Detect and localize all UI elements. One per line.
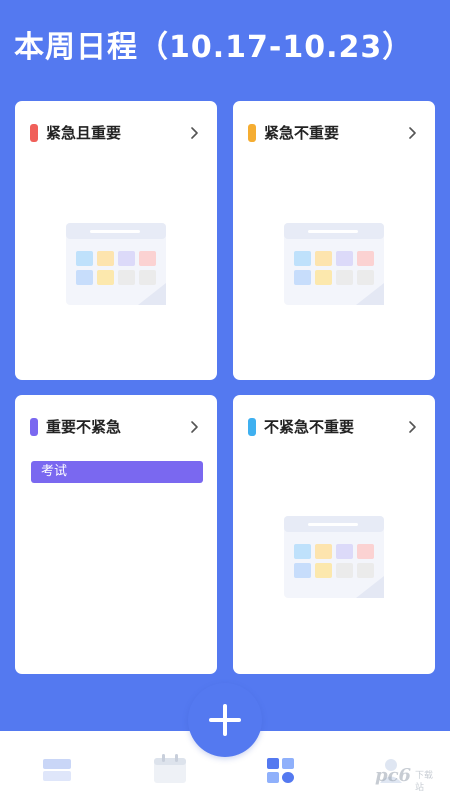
empty-calendar-illustration <box>66 223 166 305</box>
quadrant-title: 重要不紧急 <box>46 418 122 436</box>
app-screen: 本周日程（10.17-10.23） 紧急且重要 紧急不重要 重要不紧急 考试 不… <box>0 0 450 800</box>
quadrant-urgent-important[interactable]: 紧急且重要 <box>15 101 217 380</box>
quadrant-marker <box>248 418 256 436</box>
watermark-subtext: 下载站 <box>415 771 434 793</box>
chevron-right-icon[interactable] <box>405 418 421 436</box>
quadrant-marker <box>248 124 256 142</box>
chevron-right-icon[interactable] <box>187 124 203 142</box>
quadrant-urgent-not-important[interactable]: 紧急不重要 <box>233 101 435 380</box>
quadrant-header[interactable]: 紧急且重要 <box>15 123 217 143</box>
add-event-button[interactable] <box>188 683 262 757</box>
empty-calendar-illustration <box>284 516 384 598</box>
quadrant-marker <box>30 418 38 436</box>
quadrant-not-urgent-not-important[interactable]: 不紧急不重要 <box>233 395 435 674</box>
task-item[interactable]: 考试 <box>31 461 203 483</box>
quadrant-marker <box>30 124 38 142</box>
quadrant-title: 不紧急不重要 <box>264 418 355 436</box>
plus-icon <box>209 704 241 736</box>
quadrant-important-not-urgent[interactable]: 重要不紧急 考试 <box>15 395 217 674</box>
chevron-right-icon[interactable] <box>405 124 421 142</box>
quadrant-title: 紧急不重要 <box>264 124 340 142</box>
quadrant-grid: 紧急且重要 紧急不重要 重要不紧急 考试 不紧急不重要 <box>0 0 450 800</box>
empty-calendar-illustration <box>284 223 384 305</box>
calendar-tab-icon[interactable] <box>153 754 187 784</box>
quadrant-title: 紧急且重要 <box>46 124 122 142</box>
watermark: pc6 下载站 <box>375 764 439 793</box>
watermark-text: pc6 <box>375 765 412 786</box>
quadrant-tab-icon[interactable] <box>266 757 296 784</box>
quadrant-header[interactable]: 紧急不重要 <box>233 123 435 143</box>
list-tab-icon[interactable] <box>43 758 71 782</box>
chevron-right-icon[interactable] <box>187 418 203 436</box>
quadrant-header[interactable]: 重要不紧急 <box>15 417 217 437</box>
quadrant-header[interactable]: 不紧急不重要 <box>233 417 435 437</box>
